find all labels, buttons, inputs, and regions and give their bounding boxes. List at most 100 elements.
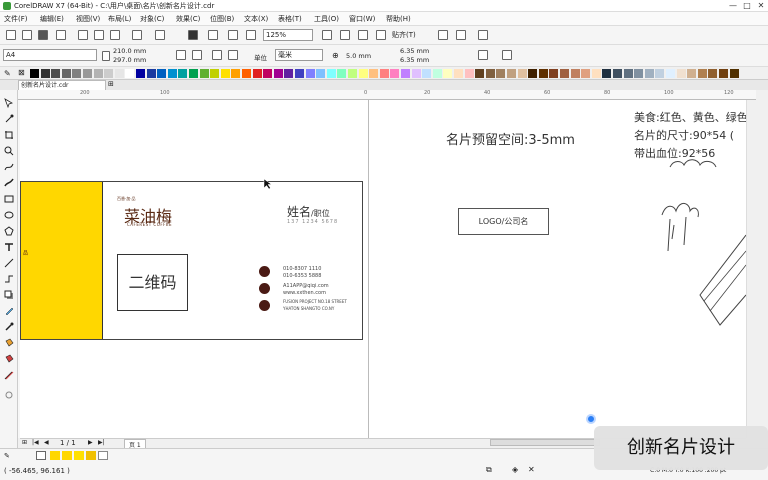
application-icon[interactable] [456,30,466,40]
add-tab-icon[interactable]: ⊞ [108,80,114,88]
business-card[interactable]: 品 百香·加·品 菜油梅 CAFEREST COFFEE 二维码 姓名/职位 1… [20,181,363,340]
palette-swatch[interactable] [337,69,347,78]
page-portrait-icon[interactable] [102,51,110,61]
doc-palette-yellow-3[interactable] [74,451,84,460]
palette-swatch[interactable] [136,69,145,78]
horizontal-scrollbar[interactable] [490,439,600,446]
no-color-swatch[interactable]: ⊠ [18,68,25,77]
minimize-button[interactable]: — [726,0,740,12]
full-screen-icon[interactable] [322,30,332,40]
menu-effects[interactable]: 效果(C) [176,14,200,24]
palette-swatch[interactable] [379,69,389,78]
palette-swatch[interactable] [146,69,156,78]
palette-swatch[interactable] [644,69,654,78]
outline-pen-icon[interactable] [4,370,14,380]
palette-swatch[interactable] [560,69,569,78]
menu-window[interactable]: 窗口(W) [349,14,375,24]
first-page-icon[interactable]: |◀ [32,439,39,446]
eyedropper-icon[interactable]: ✎ [4,69,11,78]
polygon-tool-icon[interactable] [4,226,14,236]
palette-swatch[interactable] [51,69,61,78]
palette-swatch[interactable] [178,69,188,78]
crop-tool-icon[interactable] [4,130,14,140]
palette-swatch[interactable] [507,69,516,78]
palette-swatch[interactable] [369,69,379,78]
paste-icon[interactable] [110,30,120,40]
palette-swatch[interactable] [517,69,527,78]
palette-swatch[interactable] [570,69,580,78]
connector-tool-icon[interactable] [4,274,14,284]
doc-palette-yellow-4[interactable] [86,451,96,460]
palette-swatch[interactable] [401,69,410,78]
palette-swatch[interactable] [538,69,548,78]
show-grid-icon[interactable] [358,30,368,40]
palette-swatch[interactable] [485,69,495,78]
drop-shadow-icon[interactable] [4,290,14,300]
options-icon[interactable] [438,30,448,40]
palette-swatch[interactable] [581,69,591,78]
freehand-tool-icon[interactable] [4,162,14,172]
open-icon[interactable] [22,30,32,40]
palette-swatch[interactable] [655,69,665,78]
palette-swatch[interactable] [591,69,601,78]
palette-swatch[interactable] [348,69,357,78]
interactive-fill-icon[interactable] [4,338,14,348]
palette-swatch[interactable] [443,69,453,78]
horizontal-ruler[interactable]: 200 100 0 20 40 60 80 100 120 [18,90,756,100]
palette-swatch[interactable] [316,69,326,78]
fill-tool-icon[interactable]: ✎ [4,452,10,460]
transparency-tool-icon[interactable] [4,306,14,316]
undo-icon[interactable] [132,30,142,40]
menu-layout[interactable]: 布局(L) [108,14,131,24]
document-tab[interactable]: 创新名片设计.cdr [18,80,106,90]
menu-bitmaps[interactable]: 位图(B) [210,14,234,24]
doc-palette-yellow-1[interactable] [50,451,60,460]
portrait-icon[interactable] [176,50,186,60]
doc-palette-none[interactable] [36,451,46,460]
vertical-scrollbar[interactable] [746,100,756,438]
palette-swatch[interactable] [719,69,728,78]
palette-swatch[interactable] [697,69,707,78]
palette-swatch[interactable] [93,69,103,78]
menu-table[interactable]: 表格(T) [278,14,302,24]
app-launcher-icon[interactable] [246,30,256,40]
publish-pdf-icon[interactable] [228,30,238,40]
palette-swatch[interactable] [305,69,315,78]
menu-tools[interactable]: 工具(O) [314,14,339,24]
doc-palette-white[interactable] [98,451,108,460]
palette-swatch[interactable] [284,69,294,78]
palette-swatch[interactable] [263,69,273,78]
landscape-icon[interactable] [192,50,202,60]
pick-tool-icon[interactable] [4,98,14,109]
menu-text[interactable]: 文本(X) [244,14,268,24]
shape-tool-icon[interactable] [4,114,14,124]
menu-edit[interactable]: 编辑(E) [40,14,64,24]
page-width-field[interactable]: 210.0 mm [113,47,146,55]
zoom-level-select[interactable]: 125% [263,29,313,41]
smart-fill-icon[interactable] [4,354,14,364]
menu-object[interactable]: 对象(C) [140,14,164,24]
palette-swatch[interactable] [676,69,686,78]
palette-swatch[interactable] [242,69,251,78]
logo-placeholder-box[interactable]: LOGO/公司名 [458,208,549,235]
new-icon[interactable] [6,30,16,40]
treat-as-filled-icon[interactable] [478,50,488,60]
palette-swatch[interactable] [199,69,209,78]
palette-swatch[interactable] [72,69,82,78]
palette-swatch[interactable] [231,69,241,78]
palette-swatch[interactable] [390,69,400,78]
palette-swatch[interactable] [729,69,739,78]
add-page-icon[interactable]: ⊞ [22,439,27,446]
welcome-screen-icon[interactable] [478,30,488,40]
color-eyedropper-icon[interactable] [4,322,14,332]
next-page-icon[interactable]: ▶ [88,439,93,446]
snap-to-dropdown[interactable]: 贴齐(T) [392,29,432,41]
palette-swatch[interactable] [496,69,506,78]
palette-swatch[interactable] [454,69,463,78]
toolbox-more-icon[interactable] [4,390,14,400]
palette-swatch[interactable] [61,69,71,78]
cut-icon[interactable] [78,30,88,40]
palette-swatch[interactable] [83,69,92,78]
palette-swatch[interactable] [464,69,474,78]
page-height-field[interactable]: 297.0 mm [113,56,146,64]
